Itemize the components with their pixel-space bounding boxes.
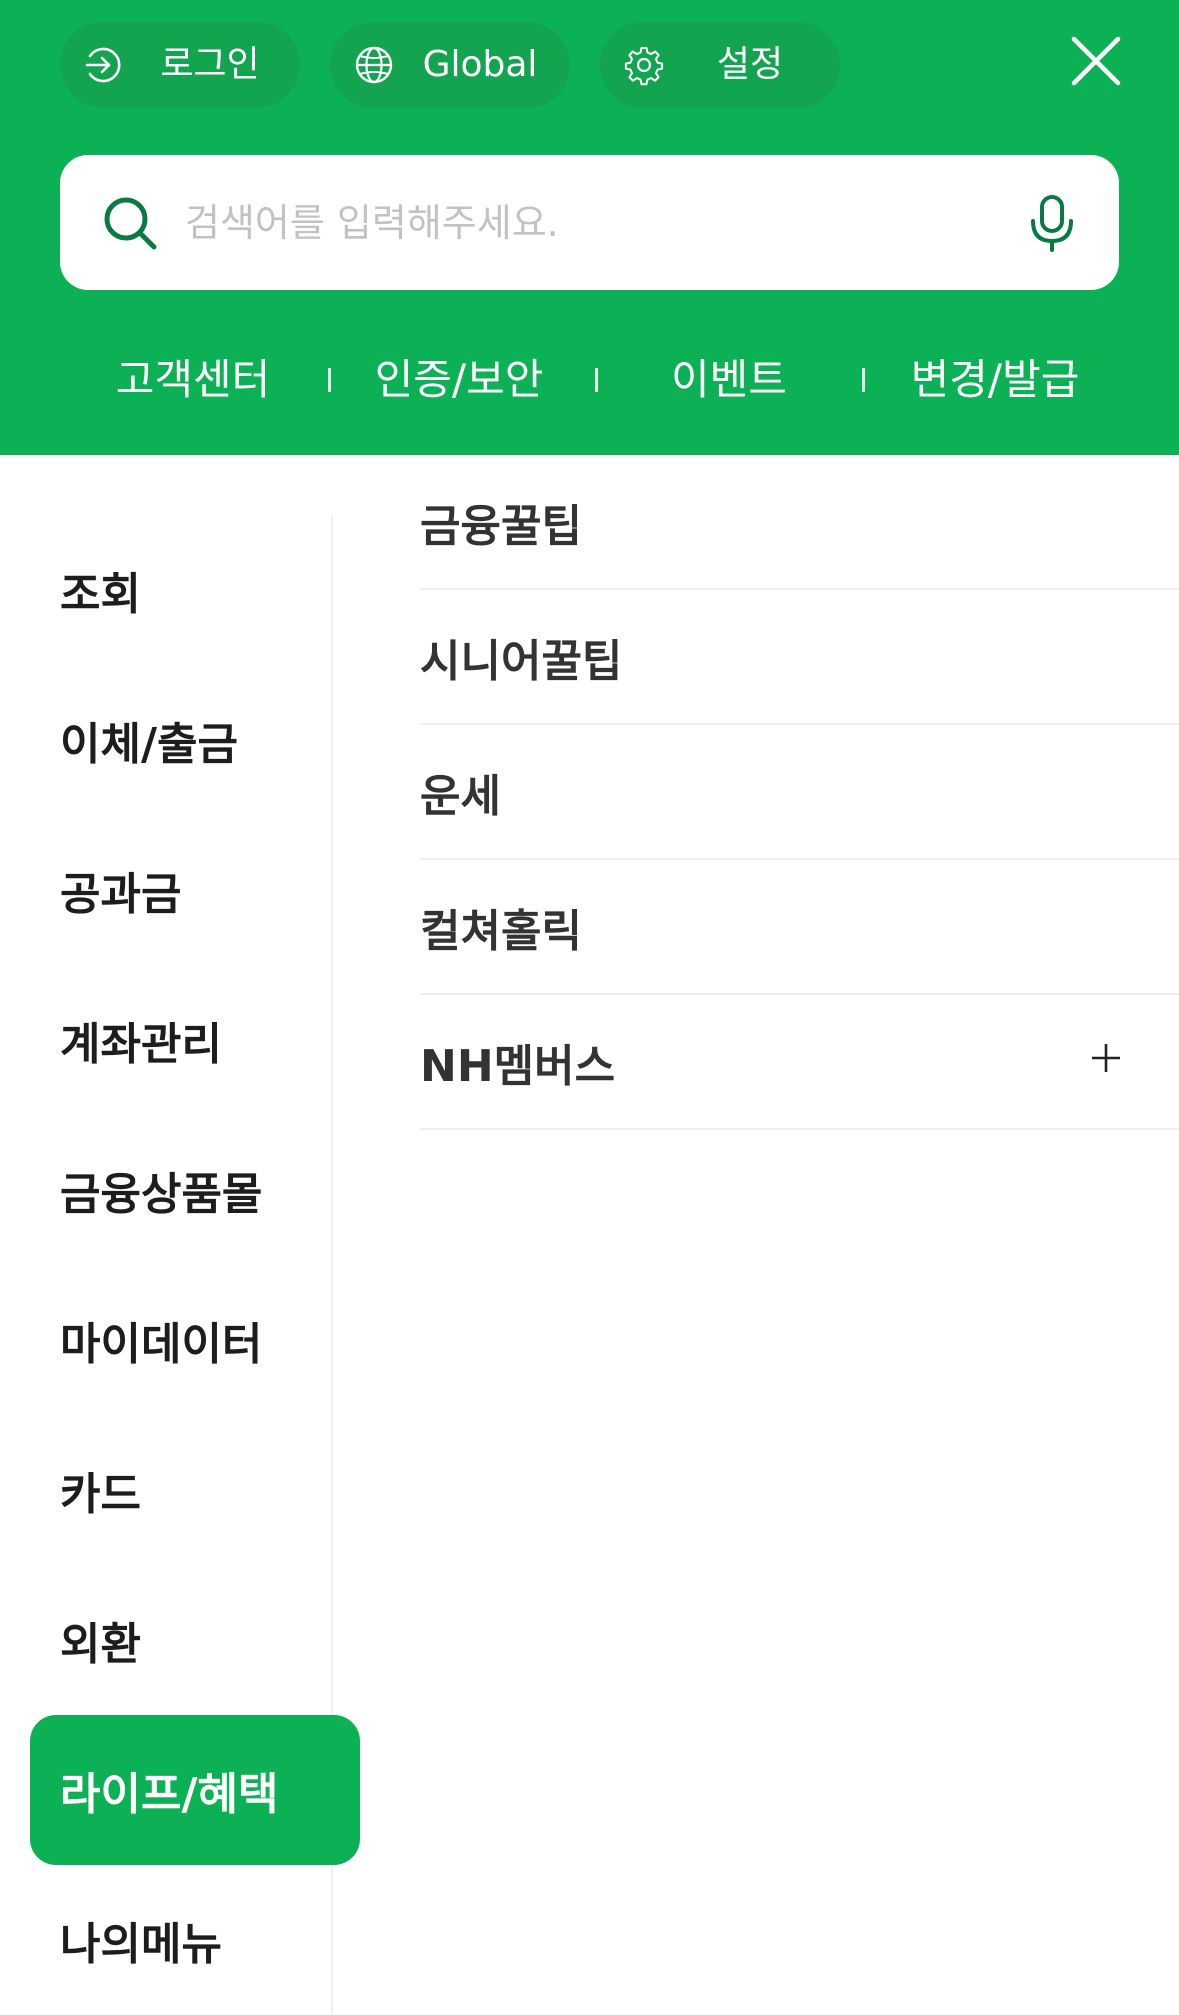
globe-icon: [355, 46, 393, 84]
search-icon[interactable]: [102, 195, 158, 251]
login-label: 로그인: [160, 44, 260, 85]
submenu-item-nh-members[interactable]: NH멤버스: [420, 995, 1179, 1130]
category-mydata[interactable]: 마이데이터: [30, 1265, 360, 1415]
login-button[interactable]: 로그인: [60, 22, 300, 108]
divider: [328, 368, 331, 392]
category-financial-mall[interactable]: 금융상품몰: [30, 1115, 360, 1265]
global-label: Global: [422, 44, 538, 85]
category-life-benefits[interactable]: 라이프/혜택: [30, 1715, 360, 1865]
divider: [595, 368, 598, 392]
submenu-item-finance-tips[interactable]: 금융꿀팁: [420, 455, 1179, 590]
settings-label: 설정: [716, 44, 784, 85]
quick-links: 고객센터 인증/보안 이벤트 변경/발급: [0, 330, 1179, 430]
menu-header: 로그인 Global 설정 검색어를 입력해주세요. 고객센터 인증/보안 이벤…: [0, 0, 1179, 455]
menu-body: 조회 이체/출금 공과금 계좌관리 금융상품몰 마이데이터 카드 외환 라이프/…: [0, 455, 1179, 2014]
quick-link-auth-security[interactable]: 인증/보안: [339, 350, 579, 410]
category-transfer[interactable]: 이체/출금: [30, 665, 360, 815]
category-my-menu[interactable]: 나의메뉴: [30, 1865, 360, 2015]
quick-link-customer-center[interactable]: 고객센터: [73, 350, 313, 410]
divider: [862, 368, 865, 392]
submenu-item-label: 컬쳐홀릭: [420, 905, 582, 957]
quick-link-event[interactable]: 이벤트: [609, 350, 849, 410]
search-box: [60, 155, 1119, 290]
category-card[interactable]: 카드: [30, 1415, 360, 1565]
microphone-icon[interactable]: [1022, 193, 1082, 253]
gear-icon: [624, 47, 664, 86]
category-foreign-exchange[interactable]: 외환: [30, 1565, 360, 1715]
search-input[interactable]: [185, 185, 1035, 260]
close-icon[interactable]: [1068, 33, 1124, 89]
submenu-item-culture-holic[interactable]: 컬쳐홀릭: [420, 860, 1179, 995]
plus-icon[interactable]: [1088, 1040, 1124, 1076]
submenu-item-fortune[interactable]: 운세: [420, 725, 1179, 860]
category-utility-bills[interactable]: 공과금: [30, 815, 360, 965]
submenu-item-label: 금융꿀팁: [420, 500, 582, 552]
quick-link-change-issue[interactable]: 변경/발급: [875, 350, 1115, 410]
category-inquiry[interactable]: 조회: [30, 515, 360, 665]
settings-button[interactable]: 설정: [600, 22, 840, 108]
global-button[interactable]: Global: [330, 22, 570, 108]
submenu-item-senior-tips[interactable]: 시니어꿀팁: [420, 590, 1179, 725]
submenu-item-label: NH멤버스: [420, 1040, 616, 1092]
submenu-item-label: 운세: [420, 770, 501, 822]
login-arrow-icon: [85, 47, 121, 83]
category-account-management[interactable]: 계좌관리: [30, 965, 360, 1115]
submenu-item-label: 시니어꿀팁: [420, 635, 623, 687]
